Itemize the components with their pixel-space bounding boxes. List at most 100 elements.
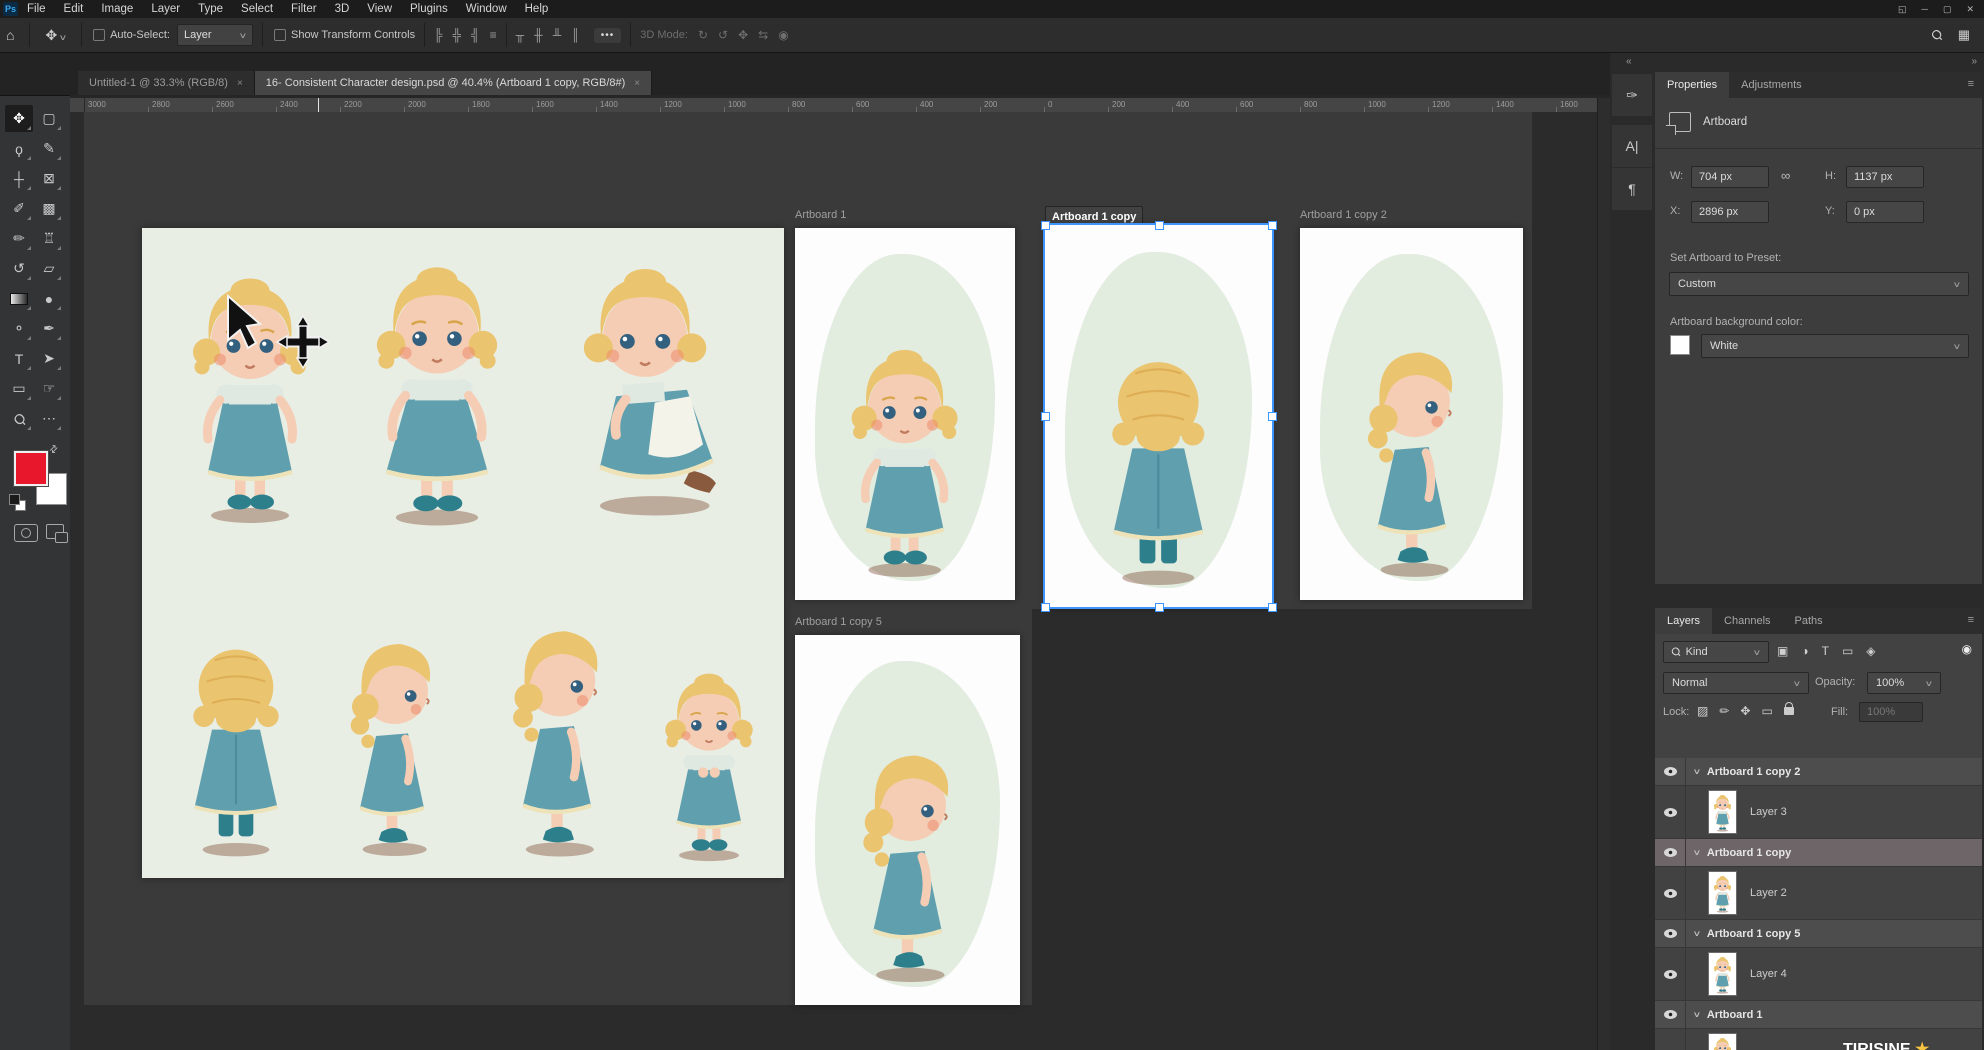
menu-file[interactable]: File xyxy=(18,3,55,15)
preset-dropdown[interactable]: Custom ∨ xyxy=(1669,272,1969,296)
pen-tool[interactable]: ✒ xyxy=(35,315,63,342)
workspace-icon[interactable]: ▦ xyxy=(1958,27,1970,43)
clone-stamp-tool[interactable]: ♖ xyxy=(35,225,63,252)
width-input[interactable]: 704 px xyxy=(1691,166,1769,188)
slide-3d-icon[interactable]: ⇆ xyxy=(758,28,768,42)
menu-filter[interactable]: Filter xyxy=(282,3,326,15)
frame-tool[interactable]: ⊠ xyxy=(35,165,63,192)
character-panel-icon[interactable]: A| xyxy=(1612,125,1652,168)
marquee-tool[interactable]: ▢ xyxy=(35,105,63,132)
link-dimensions-icon[interactable]: ∞ xyxy=(1781,168,1790,183)
close-tab-icon[interactable]: × xyxy=(237,78,243,89)
selection-handle[interactable] xyxy=(1041,603,1050,612)
distribute-h-icon[interactable]: ║ xyxy=(571,28,580,42)
menu-layer[interactable]: Layer xyxy=(142,3,189,15)
menu-select[interactable]: Select xyxy=(232,3,282,15)
pixel-layer-filter-icon[interactable]: ▣ xyxy=(1777,644,1788,658)
tab-adjustments[interactable]: Adjustments xyxy=(1729,72,1814,98)
layer-row[interactable]: Layer 4 xyxy=(1655,948,1982,1001)
zoom-tool[interactable]: Ϙ xyxy=(5,405,33,432)
layer-filter-dropdown[interactable]: ϘKind ∨ xyxy=(1663,641,1769,663)
chevron-down-icon[interactable]: ∨ xyxy=(1693,848,1702,857)
layer-thumbnail[interactable] xyxy=(1708,871,1737,915)
filter-pin-icon[interactable]: ◉ xyxy=(1962,642,1972,656)
document-tab-2[interactable]: 16- Consistent Character design.psd @ 40… xyxy=(255,71,652,95)
lock-paint-icon[interactable]: ✏ xyxy=(1719,704,1729,718)
distribute-center-v-icon[interactable]: ╫ xyxy=(534,28,543,42)
quick-selection-tool[interactable]: ✎ xyxy=(35,135,63,162)
brush-settings-panel-icon[interactable]: ✑ xyxy=(1612,74,1652,117)
brush-tool[interactable]: ✏ xyxy=(5,225,33,252)
align-center-h-icon[interactable]: ╬ xyxy=(453,28,462,42)
menu-type[interactable]: Type xyxy=(189,3,232,15)
artboard-label[interactable]: Artboard 1 xyxy=(795,209,846,221)
artboard-label[interactable]: Artboard 1 copy 2 xyxy=(1300,209,1387,221)
layer-row[interactable]: Layer 3 xyxy=(1655,786,1982,839)
dodge-tool[interactable]: ⚬ xyxy=(5,315,33,342)
selection-handle[interactable] xyxy=(1041,412,1050,421)
layer-group-row[interactable]: ∨Artboard 1 copy 5 xyxy=(1655,920,1982,948)
collapse-panels-icon[interactable]: « xyxy=(1626,56,1631,67)
selection-handle[interactable] xyxy=(1268,603,1277,612)
gradient-tool[interactable] xyxy=(5,285,33,312)
menu-edit[interactable]: Edit xyxy=(55,3,93,15)
orbit-3d-icon[interactable]: ↻ xyxy=(698,28,708,42)
blend-mode-dropdown[interactable]: Normal ∨ xyxy=(1663,672,1809,694)
layer-group-row[interactable]: ∨Artboard 1 copy xyxy=(1655,839,1982,867)
expand-panels-icon[interactable]: » xyxy=(1971,56,1976,67)
minimize-window-icon[interactable]: ─ xyxy=(1922,4,1928,15)
blur-tool[interactable]: ● xyxy=(35,285,63,312)
smart-object-filter-icon[interactable]: ◈ xyxy=(1866,644,1875,658)
lasso-tool[interactable]: ϙ xyxy=(5,135,33,162)
menu-view[interactable]: View xyxy=(358,3,401,15)
history-brush-tool[interactable]: ↺ xyxy=(5,255,33,282)
lock-transparent-icon[interactable]: ▨ xyxy=(1697,704,1708,718)
distribute-top-icon[interactable]: ╥ xyxy=(516,28,525,42)
selection-handle[interactable] xyxy=(1155,603,1164,612)
drag-3d-icon[interactable]: ✥ xyxy=(738,28,748,42)
auto-select-checkbox[interactable] xyxy=(93,29,105,41)
artboard-bg-color-swatch[interactable] xyxy=(1670,335,1690,355)
selection-handle[interactable] xyxy=(1268,412,1277,421)
align-right-icon[interactable]: ╣ xyxy=(471,28,480,42)
type-layer-filter-icon[interactable]: T xyxy=(1822,644,1829,658)
default-colors-icon[interactable] xyxy=(9,494,27,510)
x-input[interactable]: 2896 px xyxy=(1691,201,1769,223)
paragraph-panel-icon[interactable]: ¶ xyxy=(1612,168,1652,211)
path-selection-tool[interactable]: ➤ xyxy=(35,345,63,372)
reference-image[interactable] xyxy=(142,228,784,878)
vertical-scrollbar[interactable] xyxy=(1597,98,1610,1050)
artboard[interactable] xyxy=(795,228,1015,600)
restore-window-icon[interactable]: ◱ xyxy=(1898,4,1907,15)
height-input[interactable]: 1137 px xyxy=(1846,166,1924,188)
screen-mode-button[interactable] xyxy=(46,524,64,539)
align-more-icon[interactable]: ≡ xyxy=(490,28,497,42)
roll-3d-icon[interactable]: ↺ xyxy=(718,28,728,42)
selection-handle[interactable] xyxy=(1155,221,1164,230)
swap-colors-icon[interactable]: ⇄ xyxy=(47,443,61,457)
chevron-down-icon[interactable]: ∨ xyxy=(1693,767,1702,776)
home-icon[interactable]: ⌂ xyxy=(0,27,20,43)
crop-tool[interactable]: ┼ xyxy=(5,165,33,192)
camera-3d-icon[interactable]: ◉ xyxy=(778,28,788,42)
distribute-bottom-icon[interactable]: ╨ xyxy=(553,28,562,42)
type-tool[interactable]: T xyxy=(5,345,33,372)
quick-mask-button[interactable] xyxy=(14,524,38,542)
close-tab-icon[interactable]: × xyxy=(634,78,640,89)
layer-row[interactable]: Layer 2 xyxy=(1655,867,1982,920)
eyedropper-tool[interactable]: ✐ xyxy=(5,195,33,222)
artboard[interactable] xyxy=(1045,225,1272,607)
selection-handle[interactable] xyxy=(1041,221,1050,230)
eraser-tool[interactable]: ▱ xyxy=(35,255,63,282)
layer-group-row[interactable]: ∨Artboard 1 copy 2 xyxy=(1655,758,1982,786)
move-tool[interactable]: ✥ xyxy=(5,105,33,132)
patch-tool[interactable]: ▩ xyxy=(35,195,63,222)
lock-artboard-icon[interactable]: ▭ xyxy=(1761,704,1772,718)
visibility-toggle[interactable] xyxy=(1655,1029,1686,1050)
y-input[interactable]: 0 px xyxy=(1846,201,1924,223)
menu-3d[interactable]: 3D xyxy=(326,3,359,15)
artboard-label[interactable]: Artboard 1 copy 5 xyxy=(795,616,882,628)
close-window-icon[interactable]: ✕ xyxy=(1966,4,1974,15)
show-transform-checkbox[interactable] xyxy=(274,29,286,41)
rectangle-tool[interactable]: ▭ xyxy=(5,375,33,402)
